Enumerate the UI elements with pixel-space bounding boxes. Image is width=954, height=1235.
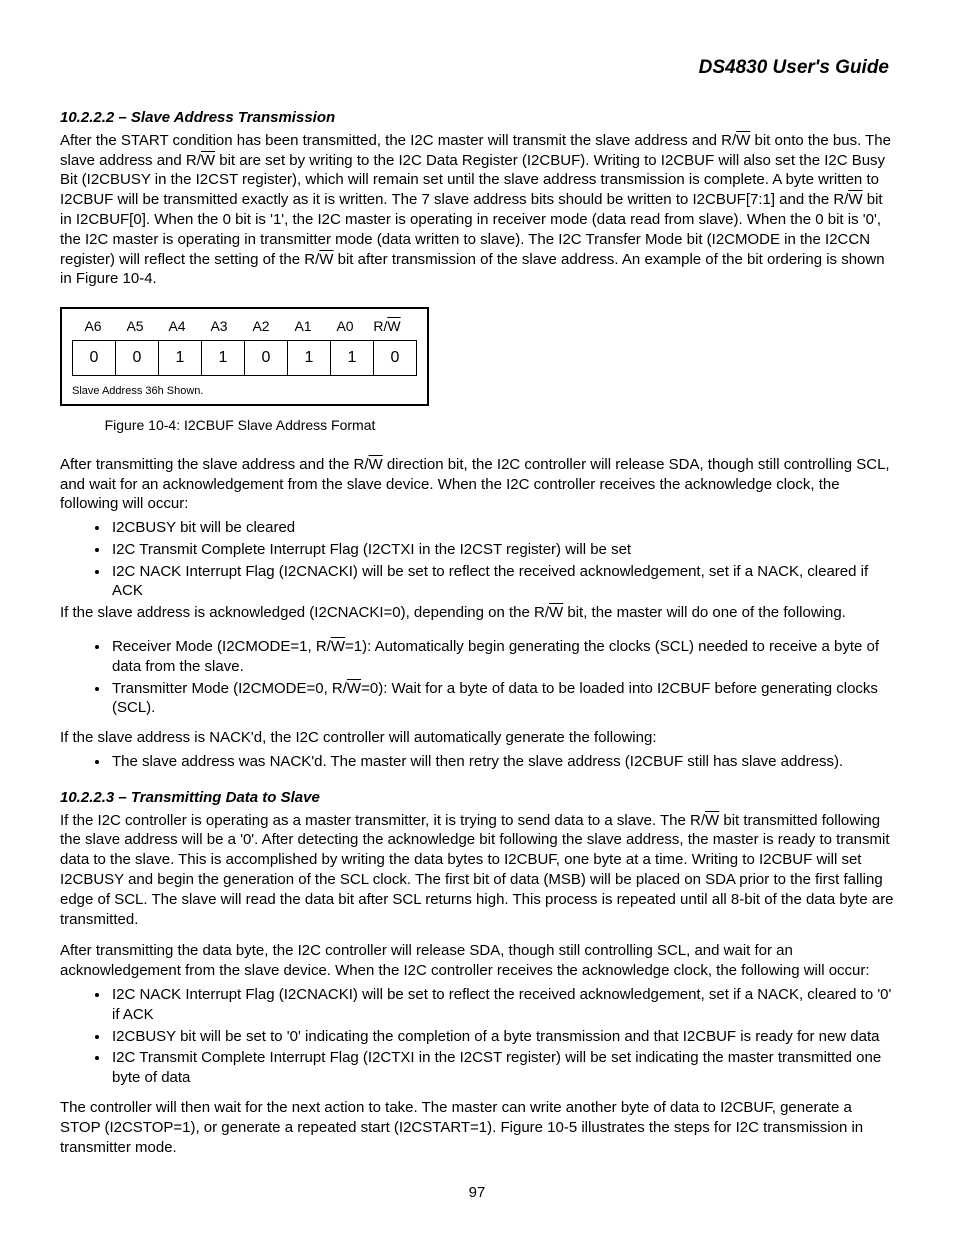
text: bit, the master will do one of the follo…	[563, 604, 846, 621]
spacer	[60, 720, 894, 728]
col-hdr: A2	[240, 317, 282, 339]
text: Receiver Mode (I2CMODE=1, R/	[112, 638, 331, 655]
list-item: I2C Transmit Complete Interrupt Flag (I2…	[110, 1048, 894, 1088]
list-item: The slave address was NACK'd. The master…	[110, 752, 894, 772]
text: Transmitter Mode (I2CMODE=0, R/	[112, 680, 347, 697]
rw-bit: W	[705, 812, 719, 829]
list-item: Receiver Mode (I2CMODE=1, R/W=1): Automa…	[110, 637, 894, 677]
paragraph-tx2: After transmitting the data byte, the I2…	[60, 941, 894, 981]
figure-data-row: 0 0 1 1 0 1 1 0	[72, 340, 417, 376]
spacer	[60, 627, 894, 635]
col-cell: 0	[373, 340, 417, 376]
page-number: 97	[60, 1183, 894, 1203]
paragraph-acked: If the slave address is acknowledged (I2…	[60, 603, 894, 623]
figure-box: A6 A5 A4 A3 A2 A1 A0 R/W 0 0 1 1 0 1 1 0…	[60, 307, 429, 406]
col-cell: 1	[158, 340, 202, 376]
rw-bit: W	[319, 251, 333, 268]
col-cell: 1	[201, 340, 245, 376]
col-cell: 1	[330, 340, 374, 376]
figure-10-4: A6 A5 A4 A3 A2 A1 A0 R/W 0 0 1 1 0 1 1 0…	[60, 307, 894, 434]
col-cell: 0	[72, 340, 116, 376]
bullet-list-a: I2CBUSY bit will be cleared I2C Transmit…	[60, 518, 894, 601]
list-item: I2CBUSY bit will be cleared	[110, 518, 894, 538]
figure-label: I2CBUF Slave Address Format	[184, 417, 375, 433]
col-hdr-rw: R/W	[366, 317, 408, 339]
col-hdr: A6	[72, 317, 114, 339]
rw-bit: W	[736, 132, 750, 149]
paragraph-nack: If the slave address is NACK'd, the I2C …	[60, 728, 894, 748]
figure-header-row: A6 A5 A4 A3 A2 A1 A0 R/W	[72, 317, 417, 339]
spacer	[60, 933, 894, 941]
rw-bit: W	[549, 604, 563, 621]
bullet-list-b: Receiver Mode (I2CMODE=1, R/W=1): Automa…	[60, 637, 894, 718]
rw-bit: W	[331, 638, 345, 655]
paragraph-after-fig: After transmitting the slave address and…	[60, 455, 894, 514]
paragraph-last: The controller will then wait for the ne…	[60, 1098, 894, 1157]
figure-inner-caption: Slave Address 36h Shown.	[72, 376, 417, 399]
col-hdr: A4	[156, 317, 198, 339]
text: After the START condition has been trans…	[60, 132, 736, 149]
figure-caption: Figure 10-4: I2CBUF Slave Address Format	[60, 416, 420, 434]
col-hdr: A3	[198, 317, 240, 339]
document-title: DS4830 User's Guide	[60, 55, 894, 80]
spacer	[60, 1090, 894, 1098]
rw-bit: W	[848, 191, 862, 208]
col-cell: 0	[244, 340, 288, 376]
section-heading-2: 10.2.2.3 – Transmitting Data to Slave	[60, 788, 894, 808]
rw-bit: W	[201, 152, 215, 169]
spacer	[60, 774, 894, 788]
bullet-list-d: I2C NACK Interrupt Flag (I2CNACKI) will …	[60, 985, 894, 1088]
section-heading-1: 10.2.2.2 – Slave Address Transmission	[60, 108, 894, 128]
list-item: Transmitter Mode (I2CMODE=0, R/W=0): Wai…	[110, 679, 894, 719]
list-item: I2C NACK Interrupt Flag (I2CNACKI) will …	[110, 562, 894, 602]
figure-number: Figure 10-4:	[105, 417, 180, 433]
paragraph-slave-address: After the START condition has been trans…	[60, 131, 894, 289]
text: After transmitting the slave address and…	[60, 456, 369, 473]
col-cell: 0	[115, 340, 159, 376]
col-hdr: A5	[114, 317, 156, 339]
text: If the slave address is acknowledged (I2…	[60, 604, 549, 621]
col-cell: 1	[287, 340, 331, 376]
list-item: I2C NACK Interrupt Flag (I2CNACKI) will …	[110, 985, 894, 1025]
page: DS4830 User's Guide 10.2.2.2 – Slave Add…	[0, 0, 954, 1235]
rw-bit: W	[347, 680, 361, 697]
list-item: I2C Transmit Complete Interrupt Flag (I2…	[110, 540, 894, 560]
text: If the I2C controller is operating as a …	[60, 812, 705, 829]
col-hdr: A0	[324, 317, 366, 339]
bullet-list-c: The slave address was NACK'd. The master…	[60, 752, 894, 772]
rw-bit: W	[369, 456, 383, 473]
paragraph-tx1: If the I2C controller is operating as a …	[60, 811, 894, 930]
list-item: I2CBUSY bit will be set to '0' indicatin…	[110, 1027, 894, 1047]
text: bit transmitted following the slave addr…	[60, 812, 894, 928]
col-hdr: A1	[282, 317, 324, 339]
